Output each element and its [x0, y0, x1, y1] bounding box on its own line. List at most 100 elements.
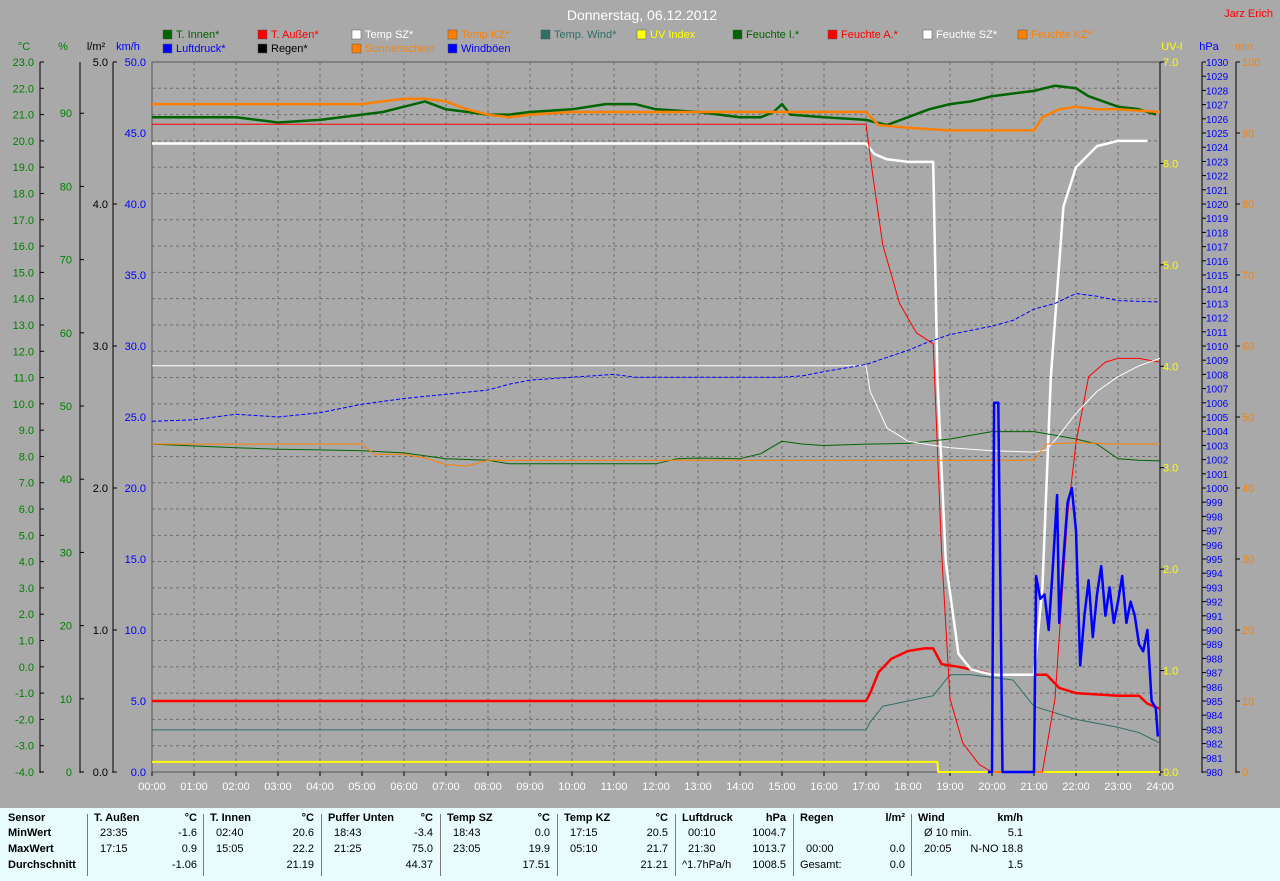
legend-swatch: [351, 43, 362, 54]
stats-min-value: 5.1: [1007, 827, 1023, 839]
temp-tick-label: 3.0: [19, 583, 34, 595]
stats-min-time: 23:35: [100, 827, 128, 839]
press-tick-label: 1005: [1206, 413, 1229, 424]
time-tick-label: 09:00: [516, 781, 544, 793]
stats-header: T. Innen: [210, 812, 251, 824]
stats-avg-value: 21.21: [640, 859, 668, 871]
temp-tick-label: 20.0: [13, 136, 34, 148]
temp-tick-label: 14.0: [13, 294, 34, 306]
press-tick-label: 1029: [1206, 72, 1229, 83]
stats-min-time: Ø 10 min.: [924, 827, 972, 839]
press-tick-label: 989: [1206, 640, 1223, 651]
stats-min-value: -3.4: [414, 827, 433, 839]
stats-header: Temp SZ: [447, 812, 493, 824]
stats-avg-value: 21.19: [286, 859, 314, 871]
legend-label: T. Außen*: [271, 29, 319, 41]
wind-tick-label: 5.0: [131, 696, 146, 708]
press-tick-label: 1030: [1206, 58, 1229, 69]
press-tick-label: 1028: [1206, 86, 1229, 97]
stats-max-value: 22.2: [292, 843, 314, 855]
rain-tick-label: 2.0: [93, 483, 108, 495]
stats-min-time: 00:10: [688, 827, 716, 839]
time-tick-label: 01:00: [180, 781, 208, 793]
stats-max-time: 05:10: [570, 843, 598, 855]
press-tick-label: 1022: [1206, 172, 1229, 183]
legend-label: Temp SZ*: [365, 29, 414, 41]
uv-tick-label: 5.0: [1163, 260, 1178, 272]
wind-tick-label: 0.0: [131, 767, 146, 779]
press-tick-label: 1018: [1206, 228, 1229, 239]
temp-axis-unit: °C: [18, 41, 30, 53]
time-tick-label: 19:00: [936, 781, 964, 793]
wind-axis-unit: km/h: [116, 41, 140, 53]
hum-tick-label: 80: [60, 181, 72, 193]
press-tick-label: 984: [1206, 711, 1223, 722]
min-tick-label: 70: [1242, 270, 1254, 282]
stats-header: Wind: [918, 812, 945, 824]
press-tick-label: 982: [1206, 740, 1223, 751]
stats-separator: [911, 814, 912, 876]
stats-avg-value: 44.37: [405, 859, 433, 871]
stats-row-label: Durchschnitt: [8, 859, 76, 871]
grid: [151, 61, 1161, 773]
stats-max-value: 19.9: [528, 843, 550, 855]
stats-min-value: -1.6: [178, 827, 197, 839]
stats-max-time: 21:25: [334, 843, 362, 855]
wind-tick-label: 45.0: [125, 128, 146, 140]
press-tick-label: 1017: [1206, 243, 1229, 254]
temp-tick-label: 0.0: [19, 662, 34, 674]
wind-tick-label: 25.0: [125, 412, 146, 424]
temp-tick-label: -4.0: [15, 767, 34, 779]
temp-tick-label: 1.0: [19, 636, 34, 648]
stats-min-time: 02:40: [216, 827, 244, 839]
stats-max-time: 21:30: [688, 843, 716, 855]
press-tick-label: 985: [1206, 697, 1223, 708]
press-tick-label: 1011: [1206, 328, 1228, 339]
press-axis-unit: hPa: [1199, 41, 1219, 53]
wind-tick-label: 40.0: [125, 199, 146, 211]
uv-axis-unit: UV-I: [1161, 41, 1182, 53]
legend-label: T. Innen*: [176, 29, 220, 41]
time-tick-label: 12:00: [642, 781, 670, 793]
stats-header: Temp KZ: [564, 812, 611, 824]
press-tick-label: 1008: [1206, 370, 1229, 381]
legend-label: Feuchte A.*: [841, 29, 899, 41]
time-tick-label: 21:00: [1020, 781, 1048, 793]
uv-tick-label: 4.0: [1163, 361, 1178, 373]
stats-max-time: 20:05: [924, 843, 952, 855]
press-tick-label: 987: [1206, 669, 1223, 680]
rain-tick-label: 5.0: [93, 57, 108, 69]
stats-separator: [321, 814, 322, 876]
stats-header: T. Außen: [94, 812, 140, 824]
press-tick-label: 1016: [1206, 257, 1229, 268]
legend-label: Temp. Wind*: [554, 29, 617, 41]
legend-label: Windböen: [461, 43, 511, 55]
stats-avg-value: 1008.5: [752, 859, 786, 871]
press-tick-label: 1014: [1206, 285, 1229, 296]
press-tick-label: 1006: [1206, 399, 1229, 410]
legend-swatch: [257, 43, 268, 54]
uv-tick-label: 0.0: [1163, 767, 1178, 779]
temp-tick-label: 5.0: [19, 530, 34, 542]
temp-tick-label: 15.0: [13, 267, 34, 279]
press-tick-label: 1019: [1206, 214, 1229, 225]
stats-max-value: 1013.7: [752, 843, 786, 855]
temp-tick-label: 21.0: [13, 110, 34, 122]
press-tick-label: 988: [1206, 654, 1223, 665]
min-tick-label: 10: [1242, 696, 1254, 708]
time-tick-label: 18:00: [894, 781, 922, 793]
author-label: Jarz Erich: [1224, 8, 1273, 20]
press-tick-label: 1007: [1206, 385, 1229, 396]
wind-tick-label: 20.0: [125, 483, 146, 495]
stats-avg-label: Gesamt:: [800, 859, 842, 871]
hum-tick-label: 20: [60, 621, 72, 633]
legend-swatch: [636, 29, 647, 40]
stats-unit: °C: [184, 812, 197, 824]
min-tick-label: 30: [1242, 554, 1254, 566]
hum-axis-unit: %: [58, 41, 68, 53]
stats-avg-value: 17.51: [522, 859, 550, 871]
stats-separator: [87, 814, 88, 876]
min-tick-label: 80: [1242, 199, 1254, 211]
temp-tick-label: 12.0: [13, 346, 34, 358]
stats-unit: km/h: [997, 812, 1023, 824]
